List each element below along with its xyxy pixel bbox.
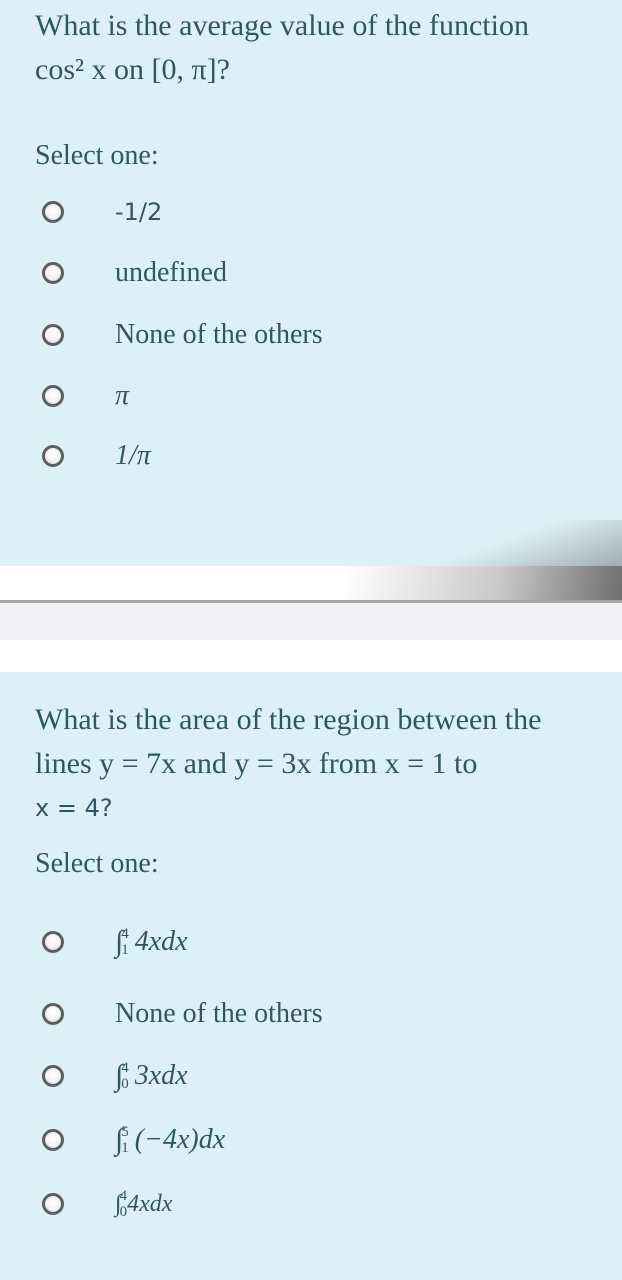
integral-limits: 4 1 bbox=[121, 926, 129, 958]
question-1-line-1: What is the average value of the functio… bbox=[35, 9, 529, 42]
answer-option[interactable]: ∫ 4 0 3xdx bbox=[42, 1056, 602, 1096]
radio-button[interactable] bbox=[42, 931, 64, 953]
integrand: 4xdx bbox=[127, 1190, 173, 1217]
radio-button[interactable] bbox=[42, 201, 64, 223]
radio-button[interactable] bbox=[42, 445, 64, 467]
answer-option[interactable]: None of the others bbox=[42, 994, 602, 1034]
radio-button[interactable] bbox=[42, 385, 64, 407]
answer-option[interactable]: undefined bbox=[42, 253, 602, 293]
question-2: What is the area of the region between t… bbox=[0, 672, 622, 1280]
option-integral: ∫ 5 1 (−4x)dx bbox=[115, 1124, 225, 1156]
radio-button[interactable] bbox=[42, 324, 64, 346]
lower-limit: 1 bbox=[121, 1140, 129, 1156]
integral-limits: 4 0 bbox=[120, 1188, 128, 1220]
upper-limit: 4 bbox=[119, 1188, 128, 1204]
integrand: (−4x)dx bbox=[134, 1124, 226, 1155]
radio-button[interactable] bbox=[42, 1193, 64, 1215]
page-curl-shadow bbox=[430, 520, 622, 566]
radio-button[interactable] bbox=[42, 1129, 64, 1151]
answer-option[interactable]: ∫ 5 1 (−4x)dx bbox=[42, 1120, 602, 1160]
upper-limit: 4 bbox=[121, 926, 129, 942]
option-integral: ∫ 4 0 4xdx bbox=[115, 1188, 172, 1220]
option-integral: ∫ 4 1 4xdx bbox=[115, 926, 188, 958]
select-one-label: Select one: bbox=[35, 848, 159, 879]
question-separator bbox=[0, 566, 622, 600]
integral-limits: 5 1 bbox=[121, 1124, 129, 1156]
upper-limit: 5 bbox=[121, 1124, 129, 1140]
question-1: What is the average value of the functio… bbox=[0, 0, 622, 566]
radio-button[interactable] bbox=[42, 1065, 64, 1087]
question-2-line-2: lines y = 7x and y = 3x from x = 1 to bbox=[35, 747, 478, 780]
radio-button[interactable] bbox=[42, 1003, 64, 1025]
question-gap-white bbox=[0, 640, 622, 672]
answer-option[interactable]: ∫ 4 0 4xdx bbox=[42, 1184, 602, 1224]
integrand: 3xdx bbox=[134, 1060, 188, 1091]
lower-limit: 1 bbox=[121, 942, 129, 958]
question-1-text: What is the average value of the functio… bbox=[35, 4, 602, 92]
answer-option[interactable]: -1/2 bbox=[42, 192, 602, 232]
option-label: None of the others bbox=[115, 998, 323, 1029]
option-label: -1/2 bbox=[115, 198, 163, 226]
answer-option[interactable]: 1/π bbox=[42, 436, 602, 476]
option-label: None of the others bbox=[115, 319, 323, 350]
option-label: π bbox=[115, 380, 130, 411]
integral-limits: 4 0 bbox=[121, 1060, 129, 1092]
question-gap bbox=[0, 603, 622, 640]
upper-limit: 4 bbox=[121, 1060, 129, 1076]
answer-option[interactable]: π bbox=[42, 376, 602, 416]
select-one-label: Select one: bbox=[35, 140, 159, 171]
answer-option[interactable]: ∫ 4 1 4xdx bbox=[42, 922, 602, 962]
option-label: 1/π bbox=[115, 440, 151, 471]
option-label: undefined bbox=[115, 257, 227, 288]
radio-button[interactable] bbox=[42, 262, 64, 284]
answer-option[interactable]: None of the others bbox=[42, 315, 602, 355]
lower-limit: 0 bbox=[121, 1076, 129, 1092]
question-2-line-3: x = 4? bbox=[35, 794, 113, 822]
question-2-line-1: What is the area of the region between t… bbox=[35, 703, 542, 736]
integrand: 4xdx bbox=[134, 926, 188, 957]
question-1-line-2: cos² x on [0, π]? bbox=[35, 53, 230, 86]
option-integral: ∫ 4 0 3xdx bbox=[115, 1060, 188, 1092]
question-2-text: What is the area of the region between t… bbox=[35, 698, 602, 830]
lower-limit: 0 bbox=[119, 1204, 128, 1220]
